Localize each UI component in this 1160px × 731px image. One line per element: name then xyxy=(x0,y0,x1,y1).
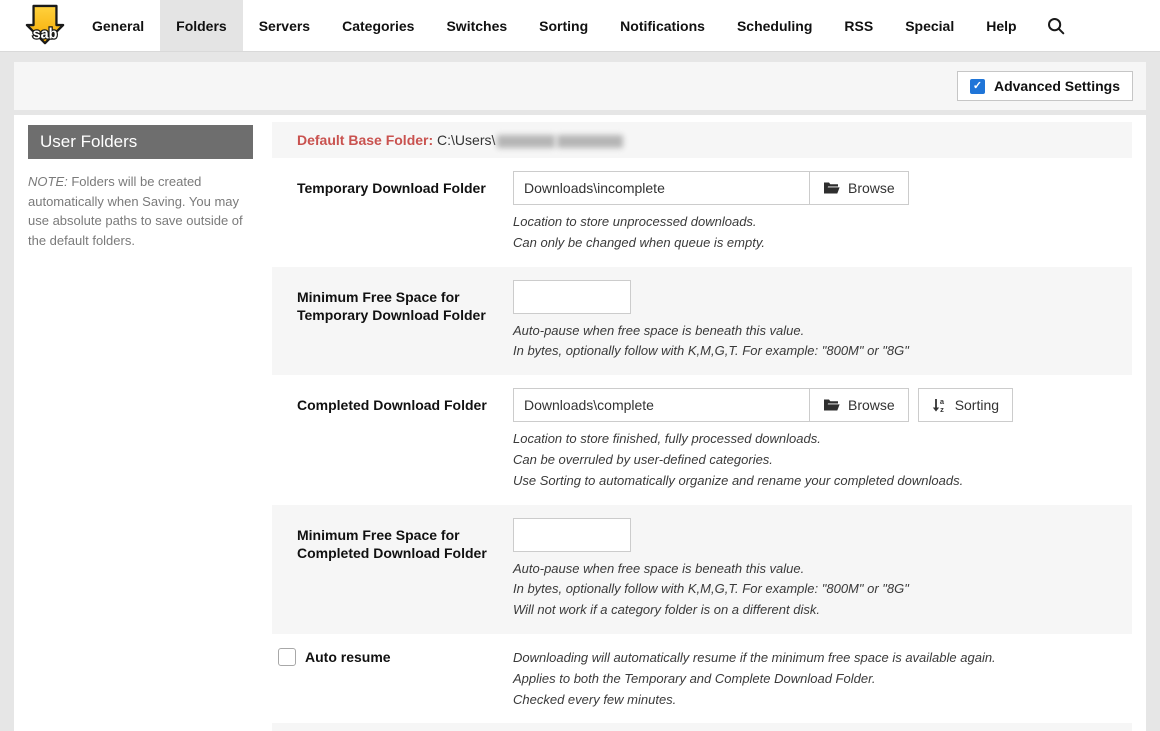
completed-help: Location to store finished, fully proces… xyxy=(513,431,964,488)
auto-resume-help: Downloading will automatically resume if… xyxy=(513,649,996,707)
sidebar-note-prefix: NOTE: xyxy=(28,174,68,190)
min-free-space-completed-label: Minimum Free Space for Completed Downloa… xyxy=(297,526,487,562)
tab-rss[interactable]: RSS xyxy=(828,0,889,51)
completed-download-folder-label: Completed Download Folder xyxy=(297,397,487,414)
svg-text:sab: sab xyxy=(33,26,58,42)
sorting-button-label: Sorting xyxy=(954,397,1000,414)
watched-folder-row: Watched Folder Browse Folder xyxy=(272,723,1132,731)
min-free-space-temp-help: Auto-pause when free space is beneath th… xyxy=(513,322,909,359)
min-free-space-temp-label: Minimum Free Space for Temporary Downloa… xyxy=(297,288,486,324)
auto-resume-row: Auto resume Downloading will automatical… xyxy=(272,634,1132,723)
browse-button-label: Browse xyxy=(848,397,895,414)
svg-text:z: z xyxy=(940,405,944,413)
search-button[interactable] xyxy=(1033,0,1079,51)
folders-form: Default Base Folder: C:\Users\ Temporary… xyxy=(272,115,1132,731)
sabnzbd-logo-icon: sab xyxy=(25,4,65,44)
temporary-download-folder-input[interactable] xyxy=(513,171,810,205)
advanced-settings-label: Advanced Settings xyxy=(993,78,1120,94)
min-free-space-completed-help: Auto-pause when free space is beneath th… xyxy=(513,560,909,618)
min-free-space-completed-row: Minimum Free Space for Completed Downloa… xyxy=(272,504,1132,634)
tab-folders[interactable]: Folders xyxy=(160,0,243,51)
completed-browse-button[interactable]: Browse xyxy=(809,388,909,423)
min-free-space-temp-row: Minimum Free Space for Temporary Downloa… xyxy=(272,266,1132,376)
min-free-space-completed-input[interactable] xyxy=(513,517,631,552)
default-base-folder-value: C:\Users\ xyxy=(437,132,496,148)
temporary-download-folder-label: Temporary Download Folder xyxy=(297,180,486,196)
top-nav: sab General Folders Servers Categories S… xyxy=(0,0,1160,52)
redacted-username xyxy=(497,134,556,148)
temporary-download-folder-row: Temporary Download Folder Browse xyxy=(272,158,1132,267)
advanced-settings-checkbox[interactable]: ✓ xyxy=(969,78,985,94)
folder-open-icon xyxy=(824,399,840,411)
tab-help[interactable]: Help xyxy=(970,0,1032,51)
default-base-folder-label: Default Base Folder: xyxy=(297,132,434,148)
tab-categories[interactable]: Categories xyxy=(326,0,430,51)
sabnzbd-logo[interactable]: sab xyxy=(14,0,76,51)
tab-notifications[interactable]: Notifications xyxy=(604,0,721,51)
tab-scheduling[interactable]: Scheduling xyxy=(721,0,828,51)
sorting-button[interactable]: a z Sorting xyxy=(917,388,1014,423)
completed-download-folder-row: Completed Download Folder Browse xyxy=(272,375,1132,504)
advanced-settings-toggle[interactable]: ✓ Advanced Settings xyxy=(956,71,1133,101)
sort-alpha-icon: a z xyxy=(932,397,947,413)
tab-servers[interactable]: Servers xyxy=(243,0,326,51)
temporary-browse-button[interactable]: Browse xyxy=(809,171,909,205)
temporary-help: Location to store unprocessed downloads.… xyxy=(513,214,765,250)
browse-button-label: Browse xyxy=(848,180,895,196)
section-title: User Folders xyxy=(28,125,253,160)
default-base-folder-row: Default Base Folder: C:\Users\ xyxy=(272,122,1132,158)
completed-download-folder-input[interactable] xyxy=(513,388,810,423)
tab-general[interactable]: General xyxy=(76,0,160,51)
folders-settings-panel: User Folders NOTE: Folders will be creat… xyxy=(14,115,1146,731)
min-free-space-temp-input[interactable] xyxy=(513,279,631,314)
auto-resume-checkbox[interactable] xyxy=(278,647,296,666)
auto-resume-label: Auto resume xyxy=(305,648,391,665)
sidebar: User Folders NOTE: Folders will be creat… xyxy=(14,115,272,731)
settings-subheader: ✓ Advanced Settings xyxy=(14,62,1146,110)
tab-sorting[interactable]: Sorting xyxy=(523,0,604,51)
redacted-username-2 xyxy=(557,134,624,148)
tab-special[interactable]: Special xyxy=(889,0,970,51)
sidebar-note: NOTE: Folders will be created automatica… xyxy=(28,172,248,250)
tab-switches[interactable]: Switches xyxy=(430,0,523,51)
search-icon xyxy=(1047,17,1064,34)
folder-open-icon xyxy=(824,182,840,194)
